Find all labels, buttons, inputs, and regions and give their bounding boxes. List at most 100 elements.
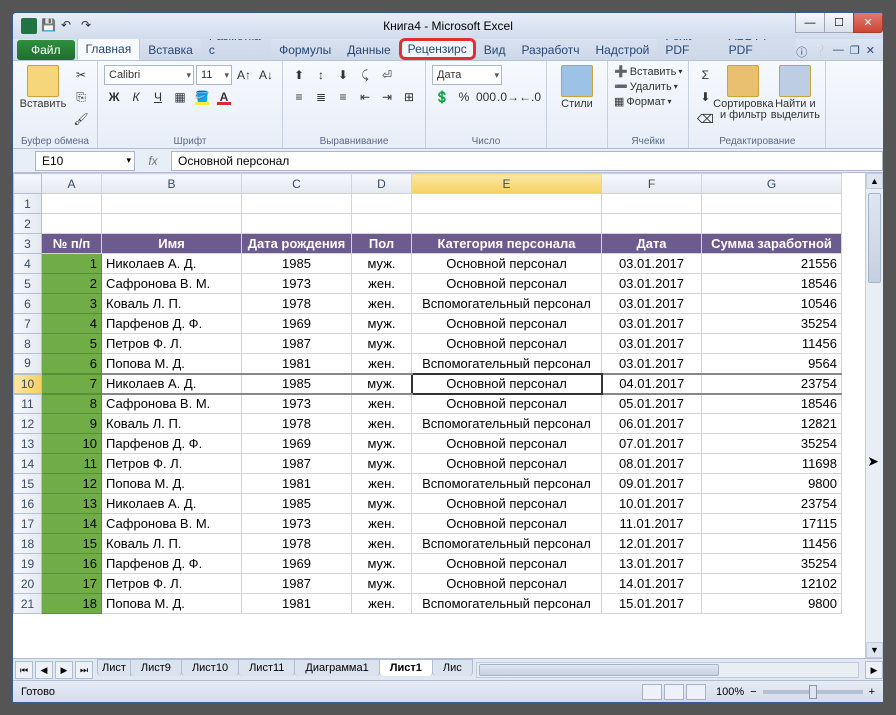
cell[interactable]: 1 <box>42 254 102 274</box>
cell[interactable]: 1981 <box>242 474 352 494</box>
doc-close-icon[interactable]: ✕ <box>866 44 875 60</box>
cell[interactable]: муж. <box>352 454 412 474</box>
cell[interactable]: 03.01.2017 <box>602 314 702 334</box>
excel-icon[interactable] <box>21 18 37 34</box>
column-header[interactable]: E <box>412 174 602 194</box>
cell[interactable]: Основной персонал <box>412 574 602 594</box>
table-header-cell[interactable]: Пол <box>352 234 412 254</box>
cell[interactable]: Основной персонал <box>412 274 602 294</box>
cell[interactable]: 17 <box>42 574 102 594</box>
orientation-icon[interactable]: ⤹ <box>355 65 375 85</box>
cell[interactable]: Сафронова В. М. <box>102 514 242 534</box>
cell[interactable]: муж. <box>352 554 412 574</box>
cell[interactable]: жен. <box>352 274 412 294</box>
row-header[interactable]: 6 <box>14 294 42 314</box>
horizontal-scrollbar[interactable] <box>476 662 859 678</box>
bold-button[interactable]: Ж <box>104 87 124 107</box>
cell[interactable]: 1978 <box>242 534 352 554</box>
cell[interactable]: 04.01.2017 <box>602 374 702 394</box>
cell[interactable]: Парфенов Д. Ф. <box>102 314 242 334</box>
tab-addins[interactable]: Надстрой <box>587 40 657 60</box>
cell[interactable]: Основной персонал <box>412 454 602 474</box>
tab-formulas[interactable]: Формулы <box>271 40 339 60</box>
row-header[interactable]: 10 <box>14 374 42 394</box>
cell[interactable]: муж. <box>352 334 412 354</box>
cell[interactable]: муж. <box>352 314 412 334</box>
save-icon[interactable]: 💾 <box>41 18 57 34</box>
cell[interactable]: Основной персонал <box>412 554 602 574</box>
row-header[interactable]: 16 <box>14 494 42 514</box>
cell[interactable]: 18 <box>42 594 102 614</box>
cell[interactable]: 1985 <box>242 494 352 514</box>
cell[interactable]: Вспомогательный персонал <box>412 294 602 314</box>
minimize-ribbon-icon[interactable]: ⓘ <box>796 44 807 60</box>
cell[interactable]: 9800 <box>702 594 842 614</box>
row-header[interactable]: 11 <box>14 394 42 414</box>
cell[interactable]: 12.01.2017 <box>602 534 702 554</box>
cell[interactable]: 1985 <box>242 254 352 274</box>
cell[interactable]: Основной персонал <box>412 434 602 454</box>
table-header-cell[interactable]: Имя <box>102 234 242 254</box>
page-break-view-icon[interactable] <box>686 684 706 700</box>
cell[interactable]: 1969 <box>242 314 352 334</box>
cell[interactable]: Основной персонал <box>412 394 602 414</box>
tab-file[interactable]: Файл <box>17 40 75 60</box>
cell[interactable]: Николаев А. Д. <box>102 494 242 514</box>
redo-icon[interactable]: ↷ <box>81 18 97 34</box>
cell[interactable]: 1987 <box>242 574 352 594</box>
row-header[interactable]: 8 <box>14 334 42 354</box>
align-left-icon[interactable]: ≡ <box>289 87 309 107</box>
close-button[interactable]: ✕ <box>853 13 883 33</box>
cell[interactable]: Вспомогательный персонал <box>412 354 602 374</box>
sheet-tab[interactable]: Лист9 <box>130 659 182 676</box>
help-icon[interactable]: ❔ <box>813 44 827 60</box>
tab-insert[interactable]: Вставка <box>140 40 201 60</box>
cell[interactable]: 06.01.2017 <box>602 414 702 434</box>
insert-cells-button[interactable]: Вставить <box>630 66 677 78</box>
cell[interactable]: 1969 <box>242 554 352 574</box>
cell[interactable]: 7 <box>42 374 102 394</box>
cell[interactable]: жен. <box>352 354 412 374</box>
cell[interactable]: жен. <box>352 514 412 534</box>
autosum-icon[interactable]: Σ <box>695 65 715 85</box>
cell[interactable]: Попова М. Д. <box>102 474 242 494</box>
table-header-cell[interactable]: Дата рождения <box>242 234 352 254</box>
row-header[interactable]: 18 <box>14 534 42 554</box>
cell[interactable]: 13 <box>42 494 102 514</box>
shrink-font-icon[interactable]: A↓ <box>256 65 276 85</box>
cell[interactable]: Петров Ф. Л. <box>102 454 242 474</box>
worksheet-grid[interactable]: ABCDEFG123№ п/пИмяДата рожденияПолКатего… <box>13 173 842 614</box>
cell[interactable]: 18546 <box>702 274 842 294</box>
border-icon[interactable]: ▦ <box>170 87 190 107</box>
cell[interactable]: 12 <box>42 474 102 494</box>
cell[interactable]: 1981 <box>242 594 352 614</box>
row-header[interactable]: 2 <box>14 214 42 234</box>
cell[interactable]: 14 <box>42 514 102 534</box>
sheet-tab[interactable]: Лист <box>97 659 131 676</box>
cell[interactable]: 23754 <box>702 374 842 394</box>
cell[interactable]: 08.01.2017 <box>602 454 702 474</box>
cell[interactable]: Основной персонал <box>412 494 602 514</box>
increase-decimal-icon[interactable]: .0→ <box>498 87 518 107</box>
cell[interactable]: 07.01.2017 <box>602 434 702 454</box>
cell[interactable]: 03.01.2017 <box>602 294 702 314</box>
sheet-tab[interactable]: Лист11 <box>238 659 295 676</box>
cell[interactable]: 03.01.2017 <box>602 354 702 374</box>
cell[interactable]: 1973 <box>242 514 352 534</box>
paste-button[interactable]: Вставить <box>19 65 67 110</box>
cell[interactable]: 6 <box>42 354 102 374</box>
cell[interactable]: жен. <box>352 474 412 494</box>
cell[interactable]: 1987 <box>242 454 352 474</box>
column-header[interactable]: C <box>242 174 352 194</box>
row-header[interactable]: 1 <box>14 194 42 214</box>
cell[interactable]: 03.01.2017 <box>602 334 702 354</box>
cell[interactable]: 1978 <box>242 414 352 434</box>
align-bottom-icon[interactable]: ⬇ <box>333 65 353 85</box>
row-header[interactable]: 5 <box>14 274 42 294</box>
table-header-cell[interactable]: № п/п <box>42 234 102 254</box>
underline-button[interactable]: Ч <box>148 87 168 107</box>
cell[interactable]: 1973 <box>242 274 352 294</box>
tab-home[interactable]: Главная <box>77 38 141 60</box>
row-header[interactable]: 4 <box>14 254 42 274</box>
copy-icon[interactable]: ⎘ <box>71 87 91 107</box>
